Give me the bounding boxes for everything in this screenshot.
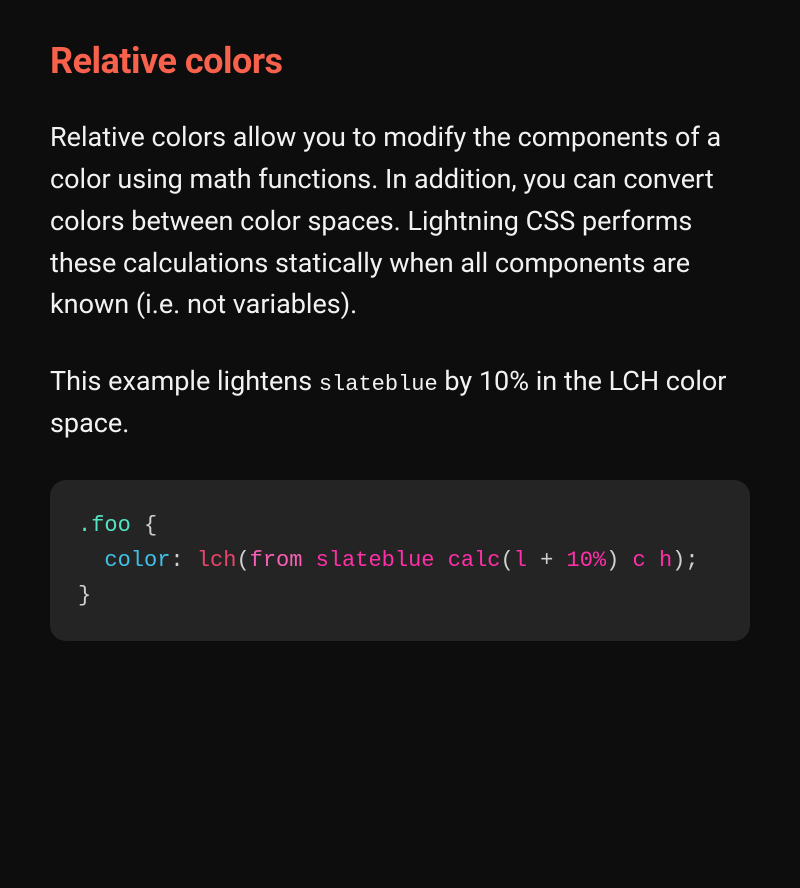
inline-code-slateblue: slateblue [319,372,438,397]
code-colon: : [170,548,196,573]
code-var-l: l [514,548,527,573]
code-paren-open: ( [236,548,249,573]
code-property: color [104,548,170,573]
code-paren-open-2: ( [501,548,514,573]
code-space [619,548,632,573]
code-plus: + [527,548,567,573]
code-space [302,548,315,573]
example-intro-pre: This example lightens [50,365,319,397]
code-semicolon: ; [685,548,698,573]
code-var-c: c [633,548,646,573]
code-block: .foo { color: lch(from slateblue calc(l … [50,480,750,642]
code-10pct: 10% [567,548,607,573]
code-space [434,548,447,573]
code-brace-open: { [131,513,157,538]
code-paren-close-2: ) [606,548,619,573]
code-selector: .foo [78,513,131,538]
code-slateblue: slateblue [316,548,435,573]
intro-paragraph: Relative colors allow you to modify the … [50,117,750,326]
code-brace-close: } [78,583,91,608]
code-fn-lch: lch [197,548,237,573]
example-intro-paragraph: This example lightens slateblue by 10% i… [50,361,750,445]
code-var-h: h [659,548,672,573]
code-indent [78,548,104,573]
code-keyword-from: from [250,548,303,573]
section-heading: Relative colors [50,40,750,82]
code-fn-calc: calc [448,548,501,573]
code-paren-close: ) [672,548,685,573]
code-space [646,548,659,573]
